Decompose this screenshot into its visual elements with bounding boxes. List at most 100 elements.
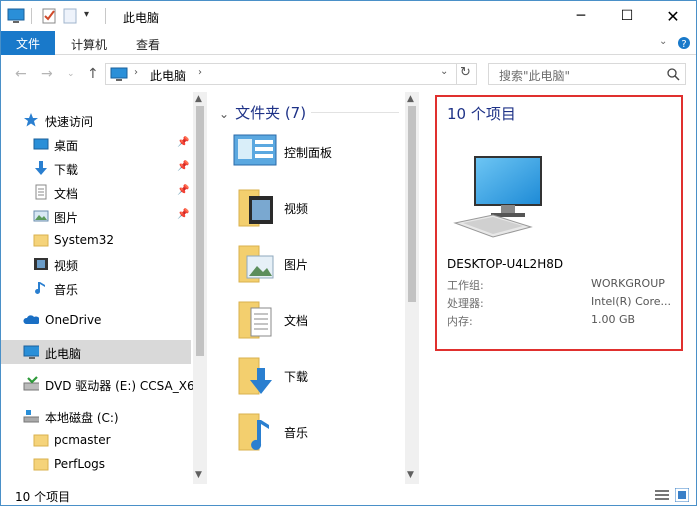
computer-icon[interactable] bbox=[7, 7, 25, 25]
tab-file[interactable]: 文件 bbox=[1, 31, 55, 55]
scroll-up-icon[interactable]: ▲ bbox=[195, 94, 202, 104]
address-dropdown-icon[interactable]: ⌄ bbox=[440, 66, 448, 77]
window-title: 此电脑 bbox=[123, 11, 160, 25]
customize-quick-access-icon[interactable]: ▾ bbox=[84, 9, 89, 27]
nav-local-disk[interactable]: 本地磁盘 (C:) bbox=[1, 404, 191, 428]
group-divider bbox=[311, 112, 399, 113]
nav-label: System32 bbox=[54, 233, 115, 247]
navigation-pane: 快速访问 桌面 📌 下载 📌 文档 📌 图片 📌 System32 视频 音乐 … bbox=[1, 92, 207, 484]
nav-scrollbar[interactable]: ▲ ▼ bbox=[193, 92, 207, 484]
separator bbox=[31, 8, 32, 24]
processor-key: 处理器: bbox=[447, 297, 484, 310]
computer-icon bbox=[110, 67, 128, 81]
new-folder-icon[interactable] bbox=[63, 7, 77, 25]
refresh-icon[interactable]: ↻ bbox=[460, 65, 471, 80]
video-icon bbox=[34, 258, 48, 270]
forward-button[interactable]: → bbox=[41, 66, 53, 82]
nav-label: 桌面 bbox=[54, 139, 79, 153]
nav-downloads[interactable]: 下载 📌 bbox=[1, 156, 191, 180]
search-box[interactable]: 搜索"此电脑" bbox=[488, 63, 686, 85]
recent-locations-icon[interactable]: ⌄ bbox=[67, 69, 75, 79]
details-pane: 10 个项目 DESKTOP-U4L2H8D 工作组: WORKGROUP 处理… bbox=[435, 95, 683, 351]
group-header[interactable]: ⌄ 文件夹 (7) bbox=[219, 102, 306, 123]
nav-label: 视频 bbox=[54, 259, 79, 273]
nav-label: 图片 bbox=[54, 211, 79, 225]
computer-name: DESKTOP-U4L2H8D bbox=[447, 257, 564, 271]
nav-quick-access[interactable]: 快速访问 bbox=[1, 108, 191, 132]
nav-desktop[interactable]: 桌面 📌 bbox=[1, 132, 191, 156]
breadcrumb-chevron-icon[interactable]: › bbox=[134, 67, 138, 78]
collapse-chevron-icon[interactable]: ⌄ bbox=[219, 107, 229, 121]
folder-icon bbox=[33, 234, 49, 247]
nav-pcmaster[interactable]: pcmaster bbox=[1, 428, 191, 452]
computer-icon bbox=[453, 156, 542, 238]
close-button[interactable]: ✕ bbox=[650, 1, 696, 31]
folder-item-music[interactable]: 音乐 bbox=[231, 408, 401, 458]
ribbon: 文件 计算机 查看 ⌄ ? bbox=[1, 31, 696, 55]
properties-icon[interactable] bbox=[41, 7, 57, 25]
nav-pictures[interactable]: 图片 📌 bbox=[1, 204, 191, 228]
download-icon bbox=[35, 161, 47, 175]
nav-label: 此电脑 bbox=[45, 347, 82, 361]
folder-label: 视频 bbox=[284, 202, 309, 216]
workgroup-key: 工作组: bbox=[447, 279, 484, 292]
tab-view[interactable]: 查看 bbox=[136, 36, 160, 53]
nav-label: 下载 bbox=[54, 163, 79, 177]
search-icon[interactable] bbox=[667, 68, 680, 81]
folder-item-control-panel[interactable]: 控制面板 bbox=[231, 128, 401, 178]
address-path: 此电脑 bbox=[150, 69, 187, 83]
address-row: ← → ⌄ ↑ › 此电脑 › ⌄ ↻ 搜索"此电脑" bbox=[1, 56, 696, 92]
pin-icon[interactable]: 📌 bbox=[177, 185, 189, 196]
nav-documents[interactable]: 文档 📌 bbox=[1, 180, 191, 204]
nav-onedrive[interactable]: OneDrive bbox=[1, 308, 191, 332]
large-icons-view-icon[interactable] bbox=[675, 488, 689, 502]
nav-videos[interactable]: 视频 bbox=[1, 252, 191, 276]
nav-label: pcmaster bbox=[54, 433, 111, 447]
music-icon bbox=[35, 282, 45, 294]
desktop-icon bbox=[33, 138, 49, 150]
search-placeholder: 搜索"此电脑" bbox=[499, 69, 571, 83]
folder-item-documents[interactable]: 文档 bbox=[231, 296, 401, 346]
up-button[interactable]: ↑ bbox=[87, 66, 99, 82]
minimize-button[interactable]: ─ bbox=[558, 1, 604, 31]
onedrive-icon bbox=[23, 315, 39, 324]
separator bbox=[105, 8, 106, 24]
folder-item-downloads[interactable]: 下载 bbox=[231, 352, 401, 402]
svg-text:?: ? bbox=[681, 39, 686, 50]
nav-this-pc[interactable]: 此电脑 bbox=[1, 340, 191, 364]
nav-music[interactable]: 音乐 bbox=[1, 276, 191, 300]
pin-icon[interactable]: 📌 bbox=[177, 161, 189, 172]
folder-label: 下载 bbox=[284, 370, 309, 384]
help-icon[interactable]: ? bbox=[677, 36, 691, 50]
control-panel-icon bbox=[233, 134, 277, 166]
tab-computer[interactable]: 计算机 bbox=[71, 36, 107, 53]
address-bar[interactable]: › 此电脑 › ⌄ ↻ bbox=[105, 63, 477, 85]
pin-icon[interactable]: 📌 bbox=[177, 209, 189, 220]
folder-list-scrollbar[interactable]: ▲ ▼ bbox=[405, 92, 419, 484]
download-icon bbox=[238, 357, 272, 395]
scroll-thumb[interactable] bbox=[408, 106, 416, 302]
nav-dvd-drive[interactable]: DVD 驱动器 (E:) CCSA_X64 bbox=[1, 372, 202, 396]
star-icon bbox=[24, 113, 38, 127]
pin-icon[interactable]: 📌 bbox=[177, 137, 189, 148]
status-bar: 10 个项目 bbox=[1, 484, 696, 505]
nav-system32[interactable]: System32 bbox=[1, 228, 191, 252]
workgroup-value: WORKGROUP bbox=[591, 277, 665, 290]
folder-item-pictures[interactable]: 图片 bbox=[231, 240, 401, 290]
scroll-down-icon[interactable]: ▼ bbox=[407, 470, 414, 480]
details-view-icon[interactable] bbox=[655, 489, 669, 501]
folder-icon bbox=[33, 434, 49, 447]
music-icon bbox=[238, 413, 269, 451]
breadcrumb-chevron-icon[interactable]: › bbox=[198, 67, 202, 78]
scroll-down-icon[interactable]: ▼ bbox=[195, 470, 202, 480]
nav-perflogs[interactable]: PerfLogs bbox=[1, 452, 191, 476]
memory-value: 1.00 GB bbox=[591, 313, 636, 326]
back-button[interactable]: ← bbox=[15, 66, 27, 82]
ribbon-expand-icon[interactable]: ⌄ bbox=[659, 36, 667, 47]
folder-list-pane: ⌄ 文件夹 (7) 控制面板 视频 图片 文档 下载 音乐 ▲ ▼ bbox=[211, 92, 421, 484]
folder-item-videos[interactable]: 视频 bbox=[231, 184, 401, 234]
scroll-thumb[interactable] bbox=[196, 106, 204, 356]
maximize-button[interactable]: ☐ bbox=[604, 1, 650, 31]
nav-label: 音乐 bbox=[54, 283, 79, 297]
scroll-up-icon[interactable]: ▲ bbox=[407, 94, 414, 104]
